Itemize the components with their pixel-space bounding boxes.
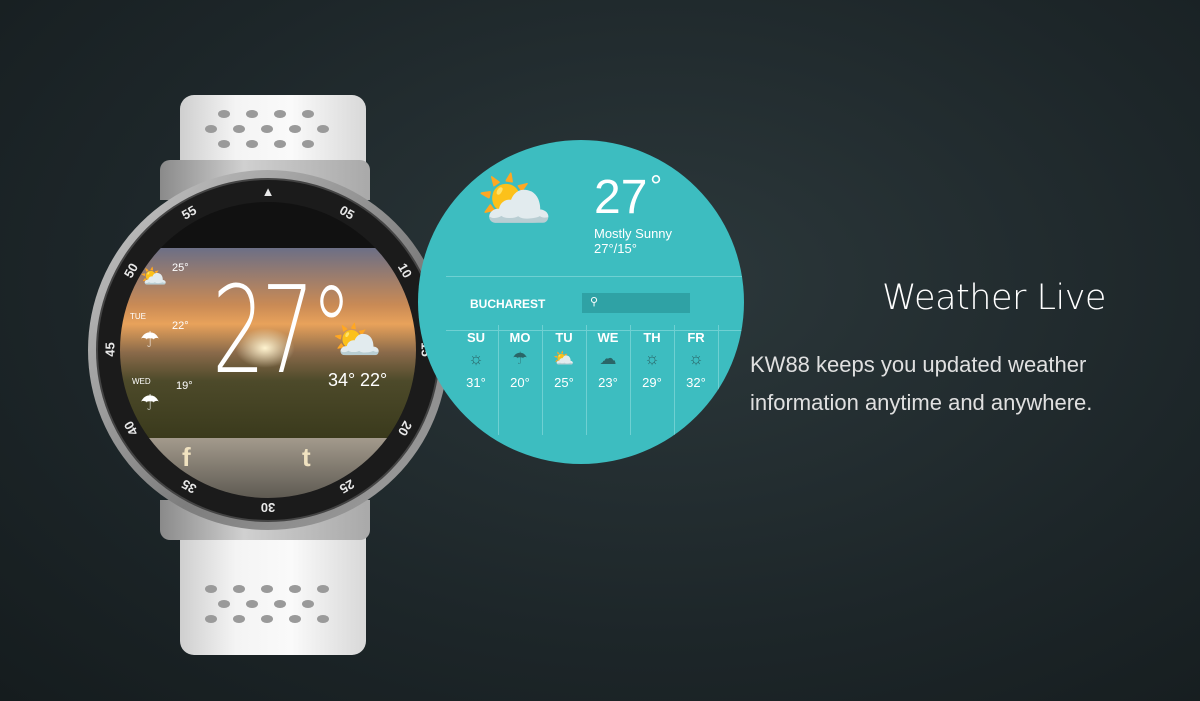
page-title: Weather Live: [882, 278, 1106, 318]
high-temp: 34°: [328, 370, 356, 390]
day-name: SU: [466, 330, 486, 345]
strap-hole: [218, 600, 230, 608]
strap-hole: [274, 110, 286, 118]
forecast-day: TH ☼ 29°: [630, 330, 674, 390]
degree-symbol: °: [650, 170, 662, 203]
bezel-label: 45: [102, 342, 118, 357]
strap-hole: [302, 140, 314, 148]
strap-hole: [218, 140, 230, 148]
strap-hole: [289, 585, 301, 593]
strap-hole: [274, 140, 286, 148]
strap-hole: [246, 600, 258, 608]
description-line-1: KW88 keeps you updated weather: [750, 352, 1087, 377]
weather-card: ⛅ 27 ° Mostly Sunny 27°/15° BUCHAREST ⚲ …: [418, 140, 744, 464]
side-icon-3: ☂: [140, 390, 160, 415]
partly-sunny-icon: ⛅: [476, 166, 554, 235]
day-name: TH: [643, 330, 661, 345]
weather-icon: ☁: [599, 349, 617, 368]
condition: Mostly Sunny: [594, 226, 673, 241]
weather-icon: ⛅: [553, 349, 575, 368]
weather-icon-partly-cloudy: ⛅: [332, 319, 382, 363]
day-temp: 25°: [554, 375, 574, 390]
day-name: FR: [687, 330, 705, 345]
side-temp-3: 19°: [176, 380, 193, 392]
strap-hole: [233, 615, 245, 623]
current-temp: 27: [594, 171, 648, 224]
side-icon-2: ☂: [140, 327, 160, 352]
facebook-icon[interactable]: f: [182, 442, 191, 473]
strap-hole: [289, 125, 301, 133]
strap-hole: [317, 585, 329, 593]
side-day-2: TUE: [130, 312, 146, 321]
day-name: WE: [597, 330, 619, 345]
bezel-label: ▲: [261, 184, 275, 199]
strap-hole: [205, 615, 217, 623]
temp-range: 27°/15°: [594, 241, 637, 256]
twitter-icon[interactable]: t: [302, 442, 311, 473]
strap-hole: [233, 125, 245, 133]
day-temp: 20°: [510, 375, 530, 390]
watch-screen[interactable]: 27° ⛅ 34° 22° ⛅ 25° TUE ☂ 22° WED ☂ 19° …: [120, 202, 416, 498]
strap-hole: [261, 585, 273, 593]
search-icon: ⚲: [590, 296, 599, 308]
forecast-day: FR ☼ 32°: [674, 330, 718, 390]
divider: [446, 276, 744, 277]
forecast-day: SU ☼ 31°: [454, 330, 498, 390]
strap-hole: [218, 110, 230, 118]
day-temp: 31°: [466, 375, 486, 390]
description-line-2: information anytime and anywhere.: [750, 390, 1093, 415]
strap-hole: [274, 600, 286, 608]
strap-hole: [302, 110, 314, 118]
strap-hole: [246, 110, 258, 118]
strap-hole: [261, 125, 273, 133]
side-day-3: WED: [132, 377, 151, 386]
city-label: BUCHAREST: [470, 297, 546, 311]
day-temp: 29°: [642, 375, 662, 390]
forecast-day: WE ☁ 23°: [586, 330, 630, 390]
weather-icon: ☼: [468, 349, 484, 368]
divider: [718, 325, 719, 435]
strap-hole: [317, 125, 329, 133]
side-temp-2: 22°: [172, 320, 189, 332]
day-temp: 23°: [598, 375, 618, 390]
strap-hole: [317, 615, 329, 623]
bezel-label: 30: [260, 500, 276, 515]
day-name: MO: [509, 330, 531, 345]
weather-icon: ☼: [688, 349, 704, 368]
strap-hole: [261, 615, 273, 623]
strap-hole: [302, 600, 314, 608]
side-temp-1: 25°: [172, 262, 189, 274]
weather-icon: ☂: [512, 349, 528, 368]
strap-hole: [289, 615, 301, 623]
strap-hole: [205, 585, 217, 593]
low-temp: 22°: [360, 370, 388, 390]
forecast-day: TU ⛅ 25°: [542, 330, 586, 390]
social-bar: f t: [120, 438, 416, 498]
weather-icon: ☼: [644, 349, 660, 368]
strap-hole: [233, 585, 245, 593]
day-name: TU: [555, 330, 573, 345]
day-temp: 32°: [686, 375, 706, 390]
search-input[interactable]: ⚲: [582, 293, 690, 313]
strap-hole: [205, 125, 217, 133]
side-icon-1: ⛅: [140, 264, 168, 289]
strap-hole: [246, 140, 258, 148]
forecast-day: MO ☂ 20°: [498, 330, 542, 390]
